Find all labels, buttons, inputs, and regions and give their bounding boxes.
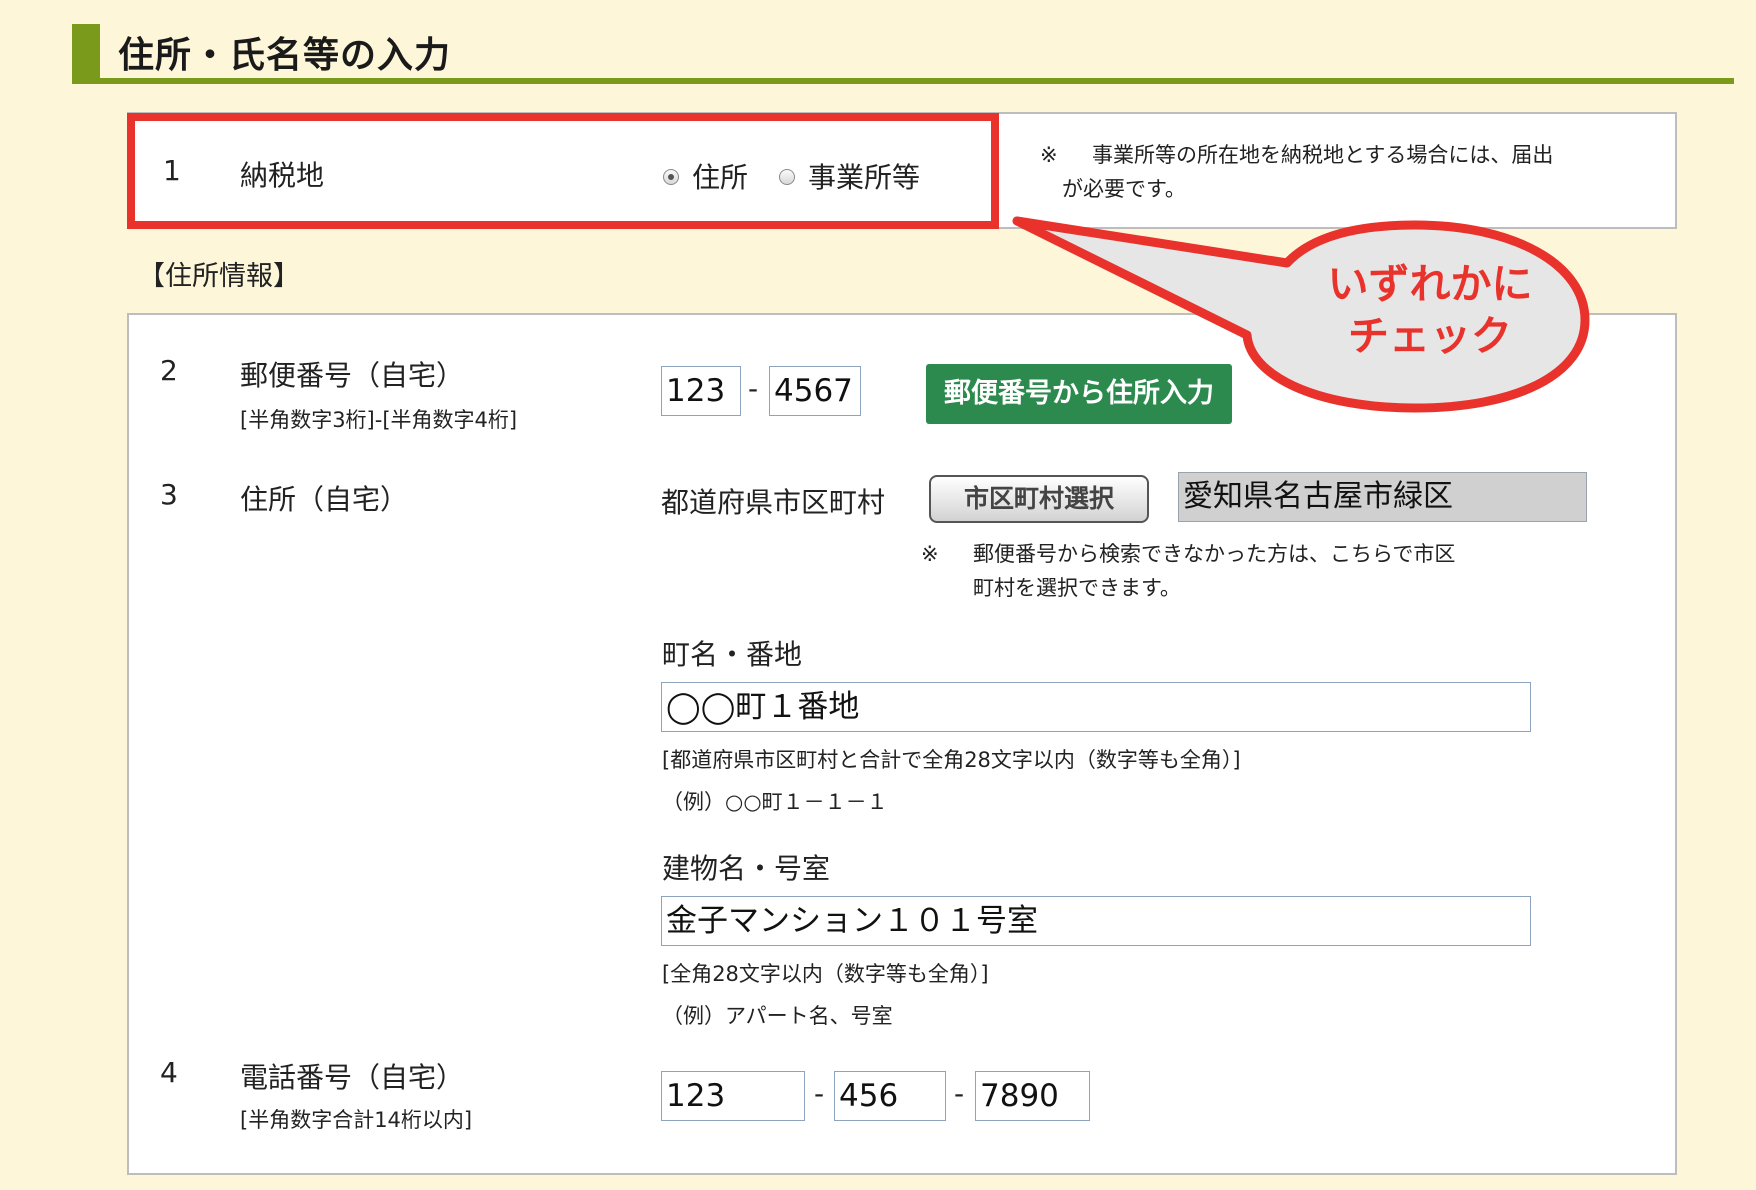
phone-first-input[interactable]: 123 xyxy=(661,1071,805,1121)
postal-code-hint: [半角数字3桁]-[半角数字4桁] xyxy=(240,408,518,432)
building-input[interactable]: 金子マンション１０１号室 xyxy=(661,896,1531,946)
prefecture-label: 都道府県市区町村 xyxy=(661,486,886,519)
building-example: （例）アパート名、号室 xyxy=(662,1004,893,1028)
callout-text: いずれかに チェック xyxy=(1280,258,1580,362)
postal-code-first-input[interactable]: 123 xyxy=(661,366,741,416)
row-number-2: 2 xyxy=(160,354,178,387)
building-label: 建物名・号室 xyxy=(662,852,831,885)
town-hint: [都道府県市区町村と合計で全角28文字以内（数字等も全角）] xyxy=(662,748,1241,772)
page-title: 住所・氏名等の入力 xyxy=(118,35,452,76)
header-underline xyxy=(72,78,1734,84)
address-info-title: 【住所情報】 xyxy=(138,261,300,292)
postal-code-label: 郵便番号（自宅） xyxy=(240,359,465,392)
prefecture-city-field: 愛知県名古屋市緑区 xyxy=(1178,472,1587,522)
postal-dash: - xyxy=(748,372,759,405)
phone-label: 電話番号（自宅） xyxy=(240,1061,465,1094)
highlight-frame xyxy=(127,113,999,229)
header-accent-bar xyxy=(72,24,100,82)
town-input[interactable]: ◯◯町１番地 xyxy=(661,682,1531,732)
town-label: 町名・番地 xyxy=(662,638,803,671)
town-example: （例）○○町１－１－１ xyxy=(662,790,888,814)
city-note-line1: 郵便番号から検索できなかった方は、こちらで市区 xyxy=(973,542,1456,566)
postal-code-second-input[interactable]: 4567 xyxy=(769,366,861,416)
callout-line1: いずれかに xyxy=(1327,260,1533,308)
phone-dash-1: - xyxy=(814,1077,825,1110)
address-label: 住所（自宅） xyxy=(240,483,409,516)
tax-place-note-mark: ※ xyxy=(1040,143,1058,167)
tax-place-note-line1: 事業所等の所在地を納税地とする場合には、届出 xyxy=(1092,143,1554,167)
city-note-mark: ※ xyxy=(921,542,939,566)
city-note-line2: 町村を選択できます。 xyxy=(973,576,1181,600)
tax-place-note-line2: が必要です。 xyxy=(1062,177,1186,201)
row-number-3: 3 xyxy=(160,478,178,511)
callout-line2: チェック xyxy=(1348,312,1512,360)
phone-third-input[interactable]: 7890 xyxy=(975,1071,1090,1121)
phone-hint: [半角数字合計14桁以内] xyxy=(240,1108,473,1132)
phone-second-input[interactable]: 456 xyxy=(834,1071,946,1121)
phone-dash-2: - xyxy=(954,1077,965,1110)
row-number-4: 4 xyxy=(160,1056,178,1089)
building-hint: [全角28文字以内（数字等も全角）] xyxy=(662,962,989,986)
city-select-button[interactable]: 市区町村選択 xyxy=(929,475,1149,523)
